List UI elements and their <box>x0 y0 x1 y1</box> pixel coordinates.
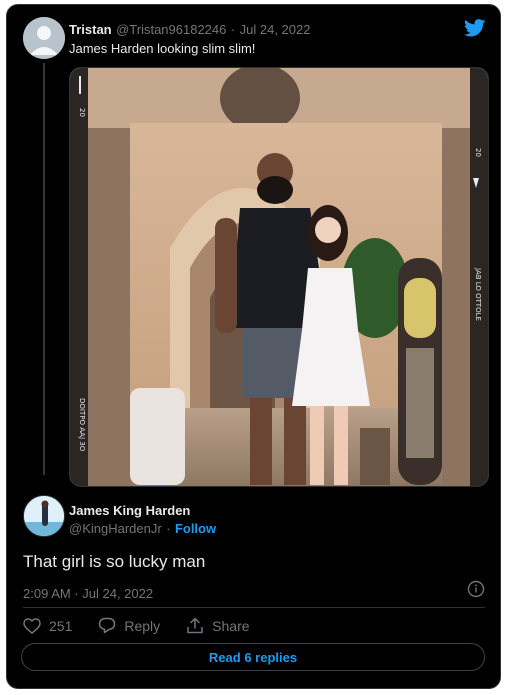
share-icon <box>187 617 203 634</box>
heart-icon <box>23 617 41 634</box>
like-count: 251 <box>49 617 73 634</box>
tweet-handle-row: @KingHardenJr · Follow <box>69 520 216 538</box>
tweet-embed-card: Tristan @Tristan96182246 · Jul 24, 2022 … <box>6 4 501 689</box>
like-button[interactable]: 251 <box>23 618 72 634</box>
film-edge-text-right: JAB LO OTTOLE <box>474 267 482 321</box>
separator-dot: · <box>230 22 236 37</box>
separator-dot: · <box>166 521 171 536</box>
film-marker-left <box>79 76 81 94</box>
author-handle[interactable]: @KingHardenJr <box>69 521 162 536</box>
share-label: Share <box>212 617 250 634</box>
reply-context-header: Tristan @Tristan96182246 · Jul 24, 2022 <box>69 21 310 39</box>
photo-image: 20 DOITPO AAJ 3O 20 JAB LO OTTOLE <box>70 68 488 486</box>
film-edge-number-right: 20 <box>474 148 482 157</box>
share-button[interactable]: Share <box>186 617 250 634</box>
film-edge-number-left: 20 <box>78 108 86 117</box>
tweet-author-row: James King Harden <box>69 502 190 520</box>
tristan-handle[interactable]: @Tristan96182246 <box>116 22 226 37</box>
avatar-image <box>24 496 64 536</box>
twitter-bird-icon[interactable] <box>464 19 486 37</box>
tristan-date[interactable]: Jul 24, 2022 <box>240 22 311 37</box>
reply-label: Reply <box>124 617 161 634</box>
read-replies-button[interactable]: Read 6 replies <box>21 643 485 671</box>
reply-context-text: James Harden looking slim slim! <box>69 41 256 56</box>
reply-bubble-icon <box>99 617 116 634</box>
divider <box>23 607 485 608</box>
info-icon[interactable] <box>467 580 485 598</box>
attached-photo[interactable]: 20 DOITPO AAJ 3O 20 JAB LO OTTOLE <box>69 67 489 487</box>
author-name[interactable]: James King Harden <box>69 503 190 518</box>
tweet-text: That girl is so lucky man <box>23 552 206 571</box>
reply-button[interactable]: Reply <box>98 617 160 634</box>
film-edge-text-left: DOITPO AAJ 3O <box>78 398 86 452</box>
action-bar: 251 Reply Share <box>23 617 276 634</box>
thread-line <box>43 63 45 475</box>
tweet-timestamp[interactable]: 2:09 AM · Jul 24, 2022 <box>23 586 153 601</box>
harden-avatar[interactable] <box>23 495 65 537</box>
tristan-name[interactable]: Tristan <box>69 22 112 37</box>
default-avatar-icon <box>23 17 65 59</box>
tristan-avatar[interactable] <box>23 17 65 59</box>
follow-button[interactable]: Follow <box>175 521 216 536</box>
